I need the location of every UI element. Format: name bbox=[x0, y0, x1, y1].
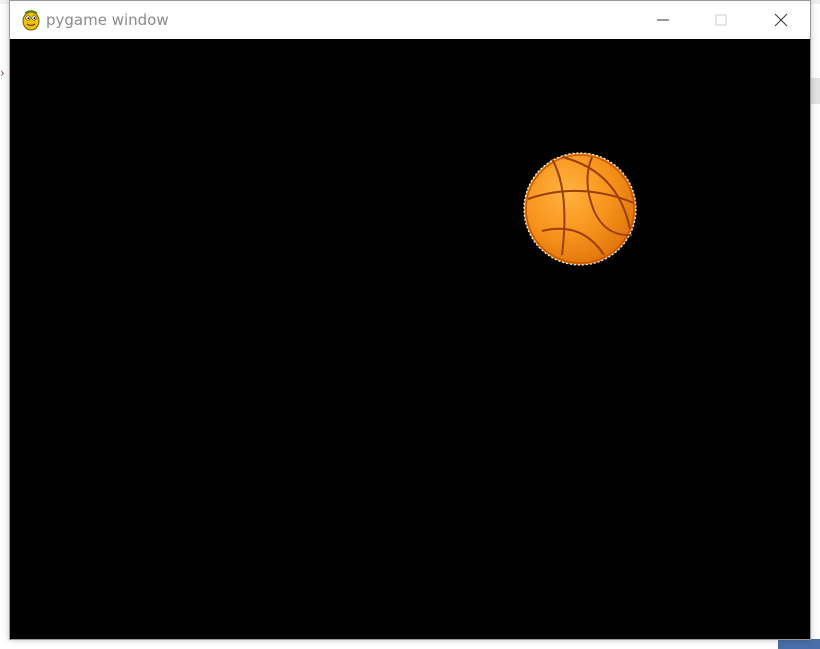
title-bar[interactable]: pygame window bbox=[10, 1, 810, 39]
close-button[interactable] bbox=[752, 1, 810, 39]
maximize-icon bbox=[715, 14, 727, 26]
maximize-button[interactable] bbox=[692, 1, 750, 39]
minimize-button[interactable] bbox=[634, 1, 692, 39]
desktop-taskbar-fragment bbox=[778, 639, 820, 649]
minimize-icon bbox=[657, 19, 669, 21]
window-title: pygame window bbox=[46, 11, 169, 29]
desktop-scrollbar-fragment bbox=[810, 78, 820, 104]
basketball-sprite bbox=[523, 152, 637, 266]
desktop-arrow-icon: › bbox=[0, 66, 5, 80]
pygame-snake-icon bbox=[21, 9, 41, 31]
pygame-window[interactable]: pygame window bbox=[9, 0, 811, 640]
game-canvas[interactable] bbox=[10, 39, 810, 639]
close-icon bbox=[774, 13, 788, 27]
